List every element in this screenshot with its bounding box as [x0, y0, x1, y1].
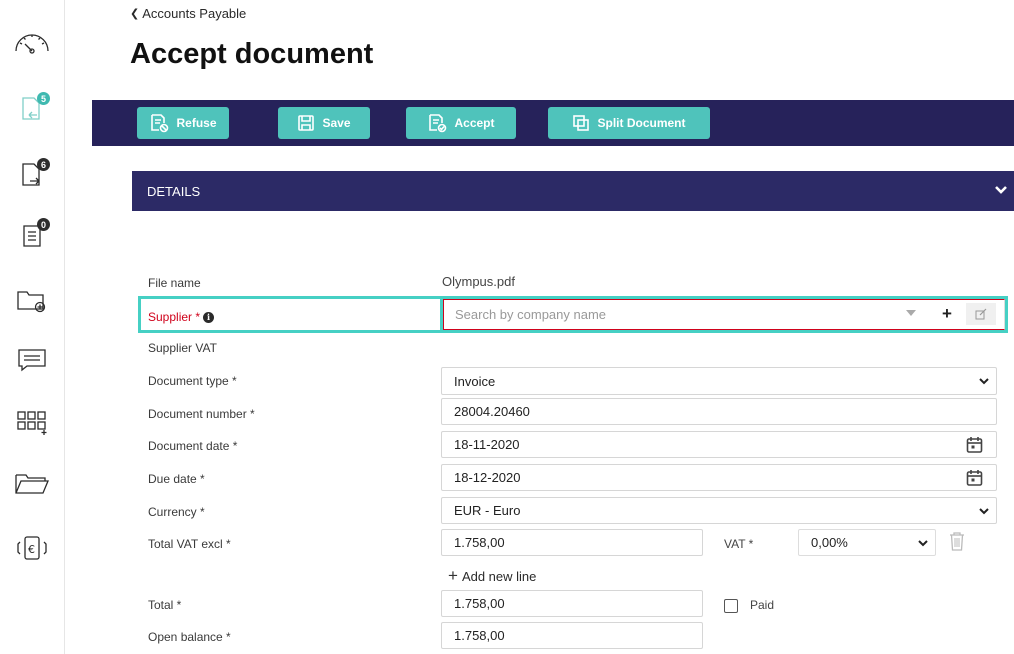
save-button[interactable]: Save [278, 107, 370, 139]
currency-value: EUR - Euro [454, 503, 521, 518]
total-input[interactable]: 1.758,00 [441, 590, 703, 617]
document-type-label: Document type * [148, 374, 237, 388]
plus-icon: + [448, 566, 458, 585]
file-name-label: File name [148, 276, 201, 290]
split-document-button[interactable]: Split Document [548, 107, 710, 139]
breadcrumb[interactable]: ❮ Accounts Payable [130, 6, 246, 21]
paid-label: Paid [750, 598, 775, 612]
document-number-value: 28004.20460 [454, 404, 530, 419]
inbox-count-badge: 5 [37, 92, 50, 105]
vat-rate-select[interactable]: 0,00% [798, 529, 936, 556]
currency-label: Currency * [148, 505, 205, 519]
open-balance-label: Open balance * [148, 630, 231, 644]
floppy-save-icon [298, 115, 315, 131]
add-folder-icon[interactable] [10, 282, 54, 318]
split-document-label: Split Document [597, 116, 686, 130]
info-icon[interactable]: i [203, 311, 215, 323]
sidebar: 5 6 0 € [0, 0, 65, 654]
save-label: Save [322, 116, 351, 130]
supplier-label: Supplier * i [148, 310, 215, 324]
document-accept-icon [429, 114, 447, 133]
list-count-badge: 0 [37, 218, 50, 231]
file-name-value: Olympus.pdf [442, 274, 515, 289]
outbox-documents-icon[interactable]: 6 [10, 158, 54, 194]
accept-button[interactable]: Accept [406, 107, 516, 139]
paid-checkbox[interactable] [724, 599, 738, 613]
accept-label: Accept [454, 116, 495, 130]
split-copy-icon [573, 115, 590, 131]
refuse-button[interactable]: Refuse [137, 107, 229, 139]
supplier-vat-label: Supplier VAT [148, 341, 217, 355]
action-toolbar: Refuse Save Accept Split Document [92, 100, 1014, 146]
chevron-down-icon [995, 186, 1007, 194]
total-vat-excl-value: 1.758,00 [454, 535, 505, 550]
edit-supplier-pencil-icon[interactable] [966, 303, 996, 325]
dashboard-gauge-icon[interactable] [10, 24, 54, 60]
document-date-label: Document date * [148, 439, 238, 453]
supplier-dropdown-caret-icon[interactable] [906, 310, 916, 316]
due-date-input[interactable]: 18-12-2020 [441, 464, 997, 491]
supplier-search-input[interactable] [443, 299, 1005, 330]
document-date-input[interactable]: 18-11-2020 [441, 431, 997, 458]
due-date-label: Due date * [148, 472, 205, 486]
outbox-count-badge: 6 [37, 158, 50, 171]
add-new-line-button[interactable]: + Add new line [448, 566, 536, 586]
open-balance-input[interactable]: 1.758,00 [441, 622, 703, 649]
apps-grid-add-icon[interactable] [10, 404, 54, 440]
document-type-select[interactable]: Invoice [441, 367, 997, 395]
inbox-documents-icon[interactable]: 5 [10, 92, 54, 128]
chevron-left-icon: ❮ [130, 8, 140, 20]
total-vat-excl-label: Total VAT excl * [148, 537, 231, 551]
add-supplier-plus-icon[interactable]: + [936, 303, 958, 325]
document-refuse-icon [151, 114, 169, 133]
breadcrumb-label: Accounts Payable [142, 6, 247, 21]
currency-select[interactable]: EUR - Euro [441, 497, 997, 524]
total-value: 1.758,00 [454, 596, 505, 611]
supplier-label-text: Supplier * [148, 310, 201, 324]
document-date-value: 18-11-2020 [454, 437, 520, 452]
total-label: Total * [148, 598, 182, 612]
trash-icon[interactable] [948, 530, 966, 552]
open-balance-value: 1.758,00 [454, 628, 505, 643]
details-section-header[interactable]: DETAILS [132, 171, 1014, 211]
messages-icon[interactable] [10, 342, 54, 378]
page-title: Accept document [130, 38, 374, 70]
document-type-value: Invoice [454, 373, 496, 389]
euro-payment-icon[interactable]: € [10, 530, 54, 566]
chevron-down-icon [979, 508, 989, 515]
document-number-input[interactable]: 28004.20460 [441, 398, 997, 425]
svg-text:€: € [28, 543, 35, 556]
calendar-icon[interactable] [952, 465, 996, 490]
calendar-icon[interactable] [952, 432, 996, 457]
details-title: DETAILS [147, 183, 201, 199]
vat-label: VAT * [724, 537, 754, 551]
document-list-icon[interactable]: 0 [10, 218, 54, 254]
chevron-down-icon [979, 378, 989, 385]
total-vat-excl-input[interactable]: 1.758,00 [441, 529, 703, 556]
vat-rate-value: 0,00% [811, 535, 848, 550]
folder-open-icon[interactable] [10, 466, 54, 502]
due-date-value: 18-12-2020 [454, 470, 521, 485]
add-new-line-label: Add new line [461, 568, 537, 584]
chevron-down-icon [918, 540, 928, 547]
refuse-label: Refuse [176, 116, 217, 130]
document-number-label: Document number * [148, 407, 255, 421]
